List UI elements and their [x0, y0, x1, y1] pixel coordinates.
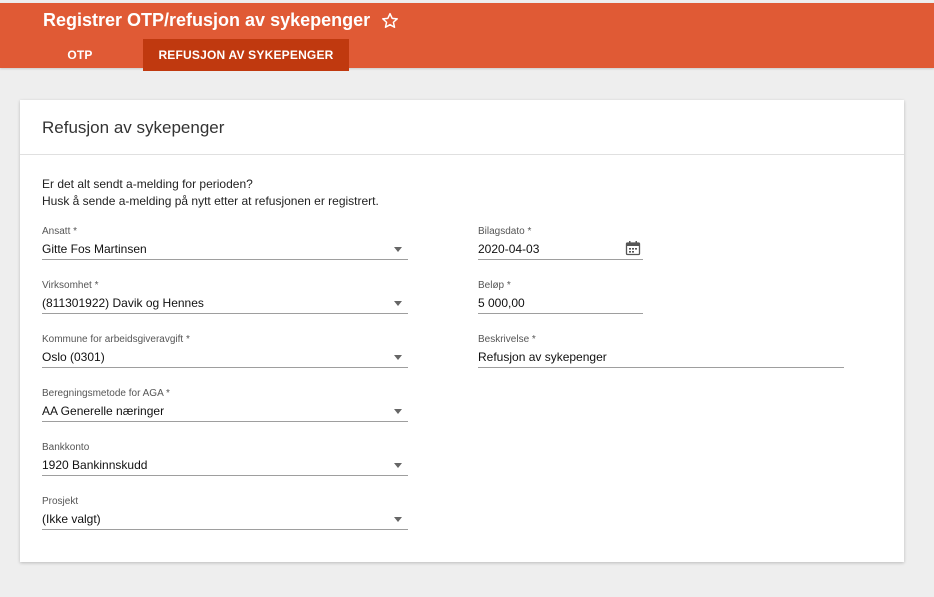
prosjekt-value: (Ikke valgt): [42, 512, 101, 526]
beregningsmetode-select[interactable]: AA Generelle næringer: [42, 401, 408, 422]
beregningsmetode-field: Beregningsmetode for AGA * AA Generelle …: [42, 387, 408, 422]
virksomhet-value: (811301922) Davik og Hennes: [42, 296, 204, 310]
chevron-down-icon: [394, 355, 402, 360]
refusjon-card: Refusjon av sykepenger Er det alt sendt …: [20, 100, 904, 562]
ansatt-value: Gitte Fos Martinsen: [42, 242, 147, 256]
belop-field: Beløp * 5 000,00: [478, 279, 643, 314]
page-title: Registrer OTP/refusjon av sykepenger: [43, 10, 400, 31]
beskrivelse-field: Beskrivelse * Refusjon av sykepenger: [478, 333, 844, 368]
prosjekt-label: Prosjekt: [42, 496, 79, 507]
chevron-down-icon: [394, 247, 402, 252]
ansatt-select[interactable]: Gitte Fos Martinsen: [42, 239, 408, 260]
beregningsmetode-label: Beregningsmetode for AGA *: [42, 388, 170, 399]
tab-refusjon-av-sykepenger[interactable]: REFUSJON AV SYKEPENGER: [143, 39, 349, 71]
card-title: Refusjon av sykepenger: [42, 118, 225, 137]
kommune-select[interactable]: Oslo (0301): [42, 347, 408, 368]
bankkonto-select[interactable]: 1920 Bankinnskudd: [42, 455, 408, 476]
bilagsdato-input[interactable]: 2020-04-03: [478, 239, 643, 260]
chevron-down-icon: [394, 463, 402, 468]
ansatt-field: Ansatt * Gitte Fos Martinsen: [42, 225, 408, 260]
kommune-label: Kommune for arbeidsgiveravgift *: [42, 334, 190, 345]
bankkonto-label: Bankkonto: [42, 442, 90, 453]
star-icon[interactable]: [380, 11, 400, 31]
chevron-down-icon: [394, 301, 402, 306]
app-header: Registrer OTP/refusjon av sykepenger OTP…: [0, 3, 934, 71]
bankkonto-value: 1920 Bankinnskudd: [42, 458, 148, 472]
belop-input[interactable]: 5 000,00: [478, 293, 643, 314]
tab-bar: OTP REFUSJON AV SYKEPENGER: [42, 39, 349, 71]
beregningsmetode-value: AA Generelle næringer: [42, 404, 165, 418]
notice-line-2: Husk å sende a-melding på nytt etter at …: [42, 194, 379, 208]
tab-otp[interactable]: OTP: [50, 39, 110, 71]
kommune-value: Oslo (0301): [42, 350, 105, 364]
beskrivelse-value: Refusjon av sykepenger: [478, 350, 607, 364]
beskrivelse-input[interactable]: Refusjon av sykepenger: [478, 347, 844, 368]
amelding-notice: Er det alt sendt a-melding for perioden?…: [42, 176, 379, 210]
calendar-icon[interactable]: [625, 240, 641, 256]
virksomhet-field: Virksomhet * (811301922) Davik og Hennes: [42, 279, 408, 314]
bankkonto-field: Bankkonto 1920 Bankinnskudd: [42, 441, 408, 476]
virksomhet-select[interactable]: (811301922) Davik og Hennes: [42, 293, 408, 314]
kommune-field: Kommune for arbeidsgiveravgift * Oslo (0…: [42, 333, 408, 368]
belop-value: 5 000,00: [478, 296, 525, 310]
prosjekt-select[interactable]: (Ikke valgt): [42, 509, 408, 530]
bilagsdato-label: Bilagsdato *: [478, 226, 532, 237]
chevron-down-icon: [394, 409, 402, 414]
bilagsdato-value: 2020-04-03: [478, 242, 540, 256]
notice-line-1: Er det alt sendt a-melding for perioden?: [42, 177, 253, 191]
bilagsdato-field: Bilagsdato * 2020-04-03: [478, 225, 643, 260]
chevron-down-icon: [394, 517, 402, 522]
beskrivelse-label: Beskrivelse *: [478, 334, 536, 345]
ansatt-label: Ansatt *: [42, 226, 78, 237]
page-title-text: Registrer OTP/refusjon av sykepenger: [43, 10, 371, 30]
prosjekt-field: Prosjekt (Ikke valgt): [42, 495, 408, 530]
virksomhet-label: Virksomhet *: [42, 280, 99, 291]
belop-label: Beløp *: [478, 280, 511, 291]
